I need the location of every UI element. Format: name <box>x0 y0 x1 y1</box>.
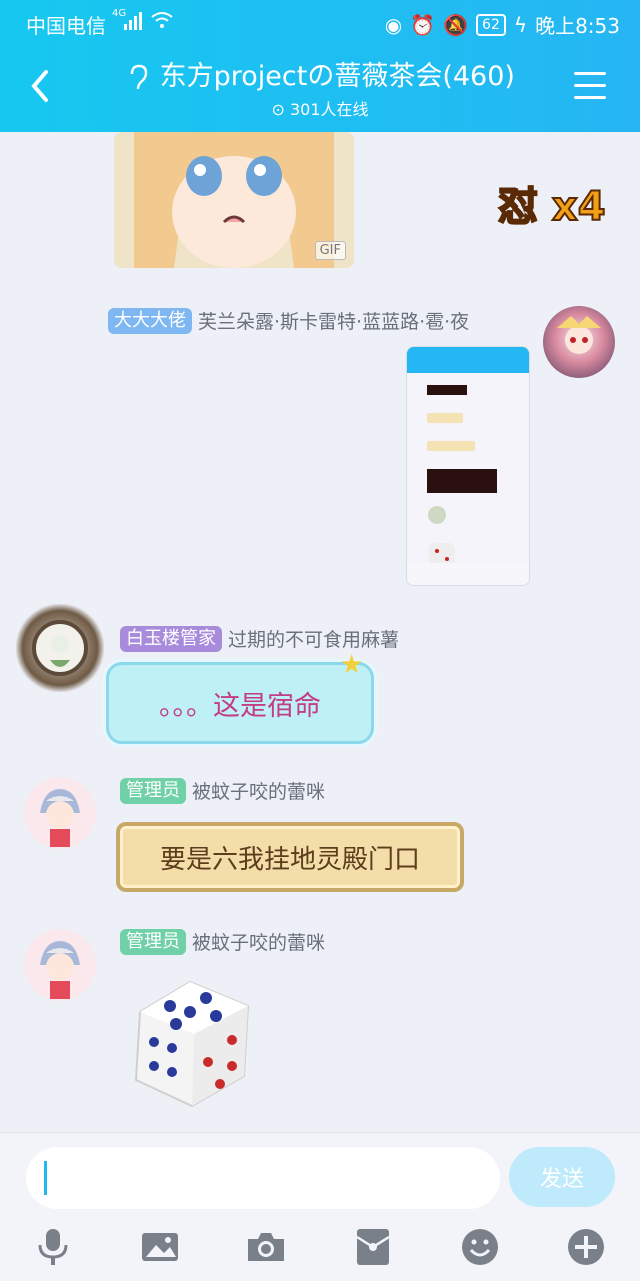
gif-image[interactable]: GIF <box>114 132 354 268</box>
toolbar <box>0 1221 640 1281</box>
wifi-icon <box>151 12 173 28</box>
screenshot-image[interactable] <box>406 346 530 586</box>
sender-name: 被蚊子咬的蕾咪 <box>192 932 326 954</box>
sticker-x4: 怼 x4 <box>497 183 607 231</box>
title-badge: 大大大佬 <box>108 307 192 334</box>
avatar[interactable] <box>24 777 96 849</box>
composer: 发送 <box>0 1132 640 1281</box>
signal-icon <box>124 12 142 30</box>
mute-icon: 🔕 <box>443 12 469 37</box>
image-icon[interactable] <box>140 1227 180 1267</box>
text-caret <box>44 1161 47 1195</box>
sender-line: 管理员 被蚊子咬的蕾咪 <box>120 777 325 804</box>
menu-icon[interactable] <box>574 72 606 100</box>
alarm-icon: ⏰ <box>410 12 436 37</box>
mic-icon[interactable] <box>33 1227 73 1267</box>
chat-title: 东方projectの蔷薇茶会(460) <box>0 54 640 93</box>
title-badge: 管理员 <box>120 928 186 955</box>
dice-icon[interactable] <box>120 972 260 1112</box>
sender-name: 芙兰朵露·斯卡雷特·蓝蓝路·雹·夜 <box>198 311 470 333</box>
carrier: 中国电信 <box>26 14 106 38</box>
avatar[interactable] <box>543 306 615 378</box>
chat-header: 东方projectの蔷薇茶会(460) ⊙ 301人在线 <box>0 44 640 132</box>
battery-indicator: 62 <box>476 13 506 36</box>
status-bar: 中国电信 4G ◉ ⏰ 🔕 62 ϟ 晚上8:53 <box>0 0 640 44</box>
svg-text:怼 x4: 怼 x4 <box>498 184 606 230</box>
star-icon: ★ <box>340 650 364 680</box>
message-bubble[interactable]: 要是六我挂地灵殿门口 <box>116 822 464 892</box>
camera-icon[interactable] <box>246 1227 286 1267</box>
sender-line: 管理员 被蚊子咬的蕾咪 <box>120 928 325 955</box>
screenshot-content <box>407 385 529 585</box>
ear-icon <box>130 64 148 89</box>
message-bubble[interactable]: 。。。这是宿命 <box>106 662 374 744</box>
eye-icon: ◉ <box>384 12 403 37</box>
avatar[interactable] <box>16 604 104 692</box>
message-list[interactable]: GIF 怼 x4 大大大佬 芙兰朵露·斯卡雷特·蓝蓝路·雹·夜 白玉楼管家 过期… <box>0 132 640 1132</box>
sender-line: 大大大佬 芙兰朵露·斯卡雷特·蓝蓝路·雹·夜 <box>108 307 469 334</box>
avatar[interactable] <box>24 929 96 1001</box>
send-button[interactable]: 发送 <box>509 1147 615 1207</box>
sender-name: 过期的不可食用麻薯 <box>228 629 400 651</box>
sender-name: 被蚊子咬的蕾咪 <box>192 781 326 803</box>
online-count: ⊙ 301人在线 <box>271 100 369 119</box>
sender-line: 白玉楼管家 过期的不可食用麻薯 <box>120 625 399 652</box>
clock: 晚上8:53 <box>535 14 620 38</box>
message-input[interactable] <box>26 1147 500 1209</box>
charging-icon: ϟ <box>513 12 528 37</box>
plus-icon[interactable] <box>566 1227 606 1267</box>
title-badge: 白玉楼管家 <box>120 625 222 652</box>
title-badge: 管理员 <box>120 777 186 804</box>
gif-tag: GIF <box>314 241 346 260</box>
group-name: 东方projectの蔷薇茶会(460) <box>159 61 515 92</box>
redpacket-icon[interactable] <box>353 1227 393 1267</box>
emoji-icon[interactable] <box>460 1227 500 1267</box>
